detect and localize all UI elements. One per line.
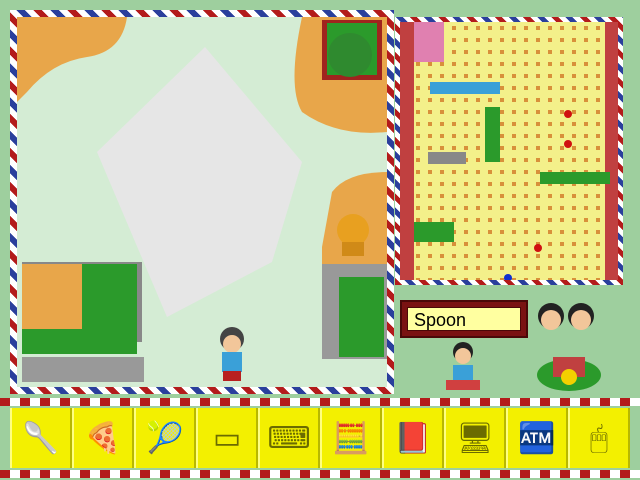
current-item-box: Spoon [400,300,528,338]
spoon-icon[interactable]: 🥄 [10,408,72,468]
keyboard-icon[interactable]: ⌨ [258,408,320,468]
toolbar-border-bottom [0,470,640,478]
monitor-icon[interactable]: 🖥 [444,408,506,468]
current-item-label: Spoon [407,307,521,331]
toolbar-border-top [0,398,640,406]
cash-register-icon[interactable]: 🏧 [506,408,568,468]
eraser-icon[interactable]: ▭ [196,408,258,468]
player-portrait-2[interactable] [567,302,595,334]
book-icon[interactable]: 📕 [382,408,444,468]
town-map-icon[interactable] [533,345,605,395]
inventory-toolbar: 🥄 🍕 🎾 ▭ ⌨ 🧮 📕 🖥 🏧 🖱 [10,408,630,468]
calculator-icon[interactable]: 🧮 [320,408,382,468]
minimap[interactable] [400,22,618,280]
tennis-racket-icon[interactable]: 🎾 [134,408,196,468]
game-scene[interactable] [17,17,387,387]
running-character [438,340,488,395]
mouse-icon[interactable]: 🖱 [568,408,630,468]
player-portrait-1[interactable] [537,302,565,334]
pizza-icon[interactable]: 🍕 [72,408,134,468]
